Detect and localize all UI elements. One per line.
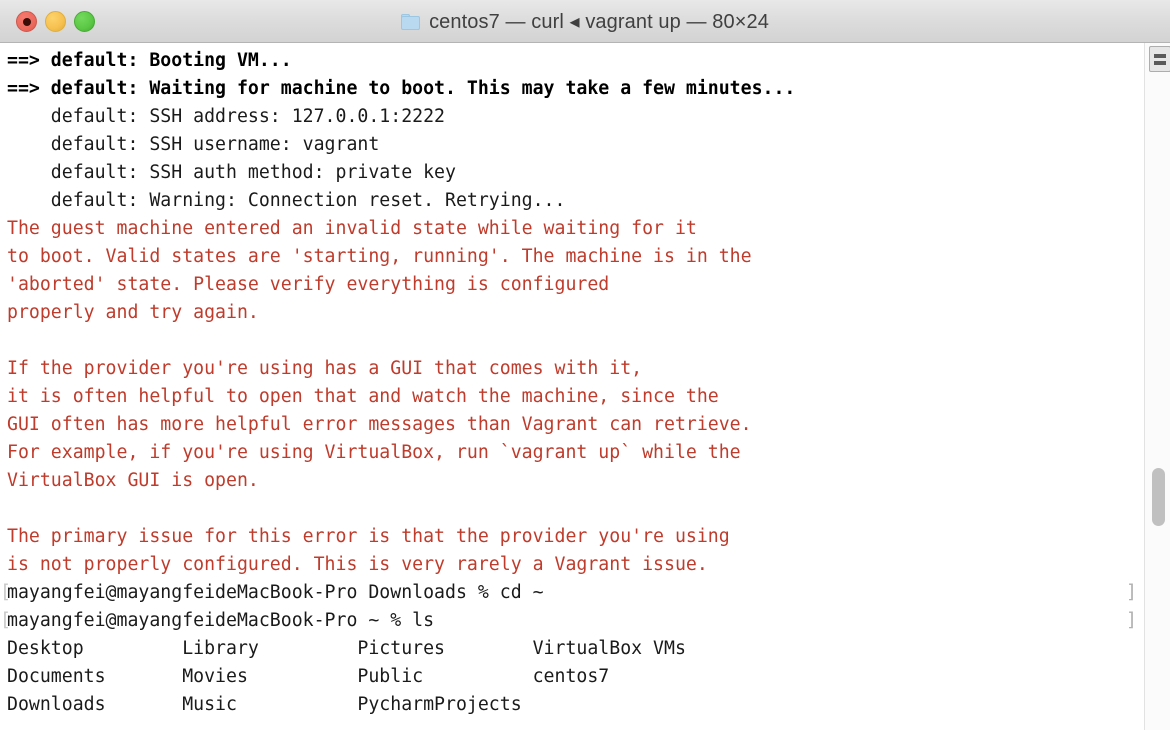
terminal-line: The primary issue for this error is that… <box>7 526 730 547</box>
terminal-line: default: Warning: Connection reset. Retr… <box>7 190 566 211</box>
marks-menu-button[interactable] <box>1149 46 1170 72</box>
terminal-prompt-line: mayangfei@mayangfeideMacBook-Pro Downloa… <box>0 579 1144 607</box>
terminal-line: VirtualBox GUI is open. <box>7 470 259 491</box>
terminal-line: ==> default: Booting VM... <box>7 50 292 71</box>
window-titlebar[interactable]: centos7 — curl ◂ vagrant up — 80×24 <box>0 0 1170 43</box>
terminal-line: If the provider you're using has a GUI t… <box>7 358 643 379</box>
terminal-line: default: SSH auth method: private key <box>7 162 456 183</box>
maximize-button[interactable] <box>74 11 95 32</box>
terminal-line: ==> default: Waiting for machine to boot… <box>7 78 796 99</box>
window-title: centos7 — curl ◂ vagrant up — 80×24 <box>429 11 769 33</box>
terminal-prompt-line: mayangfei@mayangfeideMacBook-Pro ~ % ls <box>0 607 1144 635</box>
terminal-line: GUI often has more helpful error message… <box>7 414 752 435</box>
terminal-line: default: SSH address: 127.0.0.1:2222 <box>7 106 445 127</box>
terminal-screen[interactable]: ==> default: Booting VM... ==> default: W… <box>0 43 1144 730</box>
marks-bar-bottom <box>1154 60 1166 65</box>
terminal-line: The guest machine entered an invalid sta… <box>7 218 697 239</box>
folder-icon <box>401 13 421 30</box>
minimize-button[interactable] <box>45 11 66 32</box>
scrollbar-thumb[interactable] <box>1152 468 1165 526</box>
scrollbar[interactable] <box>1144 43 1170 730</box>
window-controls <box>16 0 95 43</box>
marks-bar-top <box>1154 53 1166 58</box>
terminal-body[interactable]: ==> default: Booting VM... ==> default: W… <box>0 43 1170 730</box>
terminal-line: it is often helpful to open that and wat… <box>7 386 719 407</box>
terminal-line: default: SSH username: vagrant <box>7 134 380 155</box>
terminal-window: centos7 — curl ◂ vagrant up — 80×24 ==> … <box>0 0 1170 730</box>
terminal-line: to boot. Valid states are 'starting, run… <box>7 246 752 267</box>
terminal-line: Downloads Music PycharmProjects <box>7 694 522 715</box>
terminal-line: properly and try again. <box>7 302 259 323</box>
terminal-line: Documents Movies Public centos7 <box>7 666 610 687</box>
close-button[interactable] <box>16 11 37 32</box>
terminal-line: 'aborted' state. Please verify everythin… <box>7 274 610 295</box>
terminal-line: Desktop Library Pictures VirtualBox VMs <box>7 638 686 659</box>
terminal-line: For example, if you're using VirtualBox,… <box>7 442 741 463</box>
window-title-group: centos7 — curl ◂ vagrant up — 80×24 <box>0 0 1170 43</box>
terminal-line: is not properly configured. This is very… <box>7 554 708 575</box>
